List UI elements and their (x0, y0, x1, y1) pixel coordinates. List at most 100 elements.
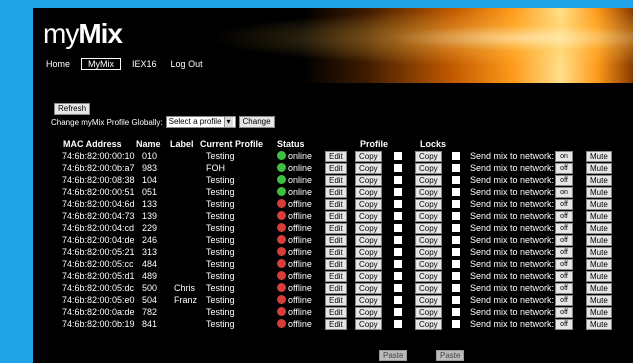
edit-profile-button[interactable]: Edit (325, 247, 347, 258)
copy-locks-button[interactable]: Copy (415, 187, 442, 198)
mute-button[interactable]: Mute (586, 247, 612, 258)
copy-locks-button[interactable]: Copy (415, 271, 442, 282)
locks-select-checkbox[interactable] (452, 164, 460, 172)
locks-select-checkbox[interactable] (452, 200, 460, 208)
locks-select-checkbox[interactable] (452, 176, 460, 184)
copy-locks-button[interactable]: Copy (415, 283, 442, 294)
edit-profile-button[interactable]: Edit (325, 151, 347, 162)
send-mix-toggle[interactable]: off (555, 163, 573, 174)
send-mix-toggle[interactable]: off (555, 175, 573, 186)
copy-locks-button[interactable]: Copy (415, 199, 442, 210)
copy-locks-button[interactable]: Copy (415, 247, 442, 258)
copy-profile-button[interactable]: Copy (355, 175, 382, 186)
send-mix-toggle[interactable]: off (555, 199, 573, 210)
send-mix-toggle[interactable]: off (555, 307, 573, 318)
paste-locks-button[interactable]: Paste (436, 350, 465, 361)
mute-button[interactable]: Mute (586, 307, 612, 318)
locks-select-checkbox[interactable] (452, 320, 460, 328)
copy-locks-button[interactable]: Copy (415, 163, 442, 174)
mute-button[interactable]: Mute (586, 187, 612, 198)
profile-select[interactable]: Select a profile ▾ (165, 116, 236, 128)
mute-button[interactable]: Mute (586, 163, 612, 174)
mute-button[interactable]: Mute (586, 259, 612, 270)
refresh-button[interactable]: Refresh (54, 103, 91, 115)
mute-button[interactable]: Mute (586, 211, 612, 222)
edit-profile-button[interactable]: Edit (325, 175, 347, 186)
locks-select-checkbox[interactable] (452, 284, 460, 292)
copy-locks-button[interactable]: Copy (415, 295, 442, 306)
edit-profile-button[interactable]: Edit (325, 283, 347, 294)
locks-select-checkbox[interactable] (452, 152, 460, 160)
copy-profile-button[interactable]: Copy (355, 307, 382, 318)
mute-button[interactable]: Mute (586, 319, 612, 330)
locks-select-checkbox[interactable] (452, 224, 460, 232)
copy-locks-button[interactable]: Copy (415, 211, 442, 222)
mute-button[interactable]: Mute (586, 151, 612, 162)
profile-select-checkbox[interactable] (394, 164, 402, 172)
nav-mymix[interactable]: MyMix (81, 58, 122, 70)
copy-locks-button[interactable]: Copy (415, 223, 442, 234)
send-mix-toggle[interactable]: off (555, 283, 573, 294)
locks-select-checkbox[interactable] (452, 248, 460, 256)
copy-profile-button[interactable]: Copy (355, 211, 382, 222)
copy-profile-button[interactable]: Copy (355, 247, 382, 258)
profile-select-checkbox[interactable] (394, 308, 402, 316)
locks-select-checkbox[interactable] (452, 296, 460, 304)
copy-profile-button[interactable]: Copy (355, 295, 382, 306)
edit-profile-button[interactable]: Edit (325, 295, 347, 306)
send-mix-toggle[interactable]: off (555, 235, 573, 246)
locks-select-checkbox[interactable] (452, 236, 460, 244)
edit-profile-button[interactable]: Edit (325, 319, 347, 330)
profile-select-checkbox[interactable] (394, 224, 402, 232)
copy-locks-button[interactable]: Copy (415, 235, 442, 246)
locks-select-checkbox[interactable] (452, 272, 460, 280)
mute-button[interactable]: Mute (586, 175, 612, 186)
send-mix-toggle[interactable]: off (555, 247, 573, 258)
profile-select-checkbox[interactable] (394, 284, 402, 292)
edit-profile-button[interactable]: Edit (325, 259, 347, 270)
nav-home[interactable]: Home (43, 58, 73, 70)
send-mix-toggle[interactable]: on (555, 187, 573, 198)
locks-select-checkbox[interactable] (452, 260, 460, 268)
edit-profile-button[interactable]: Edit (325, 199, 347, 210)
profile-select-checkbox[interactable] (394, 152, 402, 160)
profile-select-checkbox[interactable] (394, 176, 402, 184)
edit-profile-button[interactable]: Edit (325, 223, 347, 234)
mute-button[interactable]: Mute (586, 295, 612, 306)
mute-button[interactable]: Mute (586, 235, 612, 246)
copy-locks-button[interactable]: Copy (415, 151, 442, 162)
profile-select-checkbox[interactable] (394, 188, 402, 196)
edit-profile-button[interactable]: Edit (325, 307, 347, 318)
profile-select-checkbox[interactable] (394, 248, 402, 256)
copy-profile-button[interactable]: Copy (355, 151, 382, 162)
profile-select-checkbox[interactable] (394, 236, 402, 244)
send-mix-toggle[interactable]: off (555, 223, 573, 234)
profile-select-checkbox[interactable] (394, 272, 402, 280)
copy-profile-button[interactable]: Copy (355, 271, 382, 282)
copy-profile-button[interactable]: Copy (355, 259, 382, 270)
edit-profile-button[interactable]: Edit (325, 211, 347, 222)
copy-profile-button[interactable]: Copy (355, 199, 382, 210)
locks-select-checkbox[interactable] (452, 308, 460, 316)
edit-profile-button[interactable]: Edit (325, 235, 347, 246)
profile-select-checkbox[interactable] (394, 320, 402, 328)
mute-button[interactable]: Mute (586, 283, 612, 294)
send-mix-toggle[interactable]: off (555, 271, 573, 282)
mute-button[interactable]: Mute (586, 271, 612, 282)
copy-locks-button[interactable]: Copy (415, 175, 442, 186)
change-button[interactable]: Change (238, 116, 275, 128)
send-mix-toggle[interactable]: off (555, 259, 573, 270)
copy-profile-button[interactable]: Copy (355, 283, 382, 294)
profile-select-checkbox[interactable] (394, 212, 402, 220)
nav-logout[interactable]: Log Out (168, 58, 206, 70)
profile-select-checkbox[interactable] (394, 200, 402, 208)
edit-profile-button[interactable]: Edit (325, 271, 347, 282)
copy-profile-button[interactable]: Copy (355, 223, 382, 234)
send-mix-toggle[interactable]: off (555, 295, 573, 306)
copy-profile-button[interactable]: Copy (355, 163, 382, 174)
profile-select-checkbox[interactable] (394, 296, 402, 304)
copy-locks-button[interactable]: Copy (415, 259, 442, 270)
copy-profile-button[interactable]: Copy (355, 319, 382, 330)
profile-select-checkbox[interactable] (394, 260, 402, 268)
locks-select-checkbox[interactable] (452, 188, 460, 196)
